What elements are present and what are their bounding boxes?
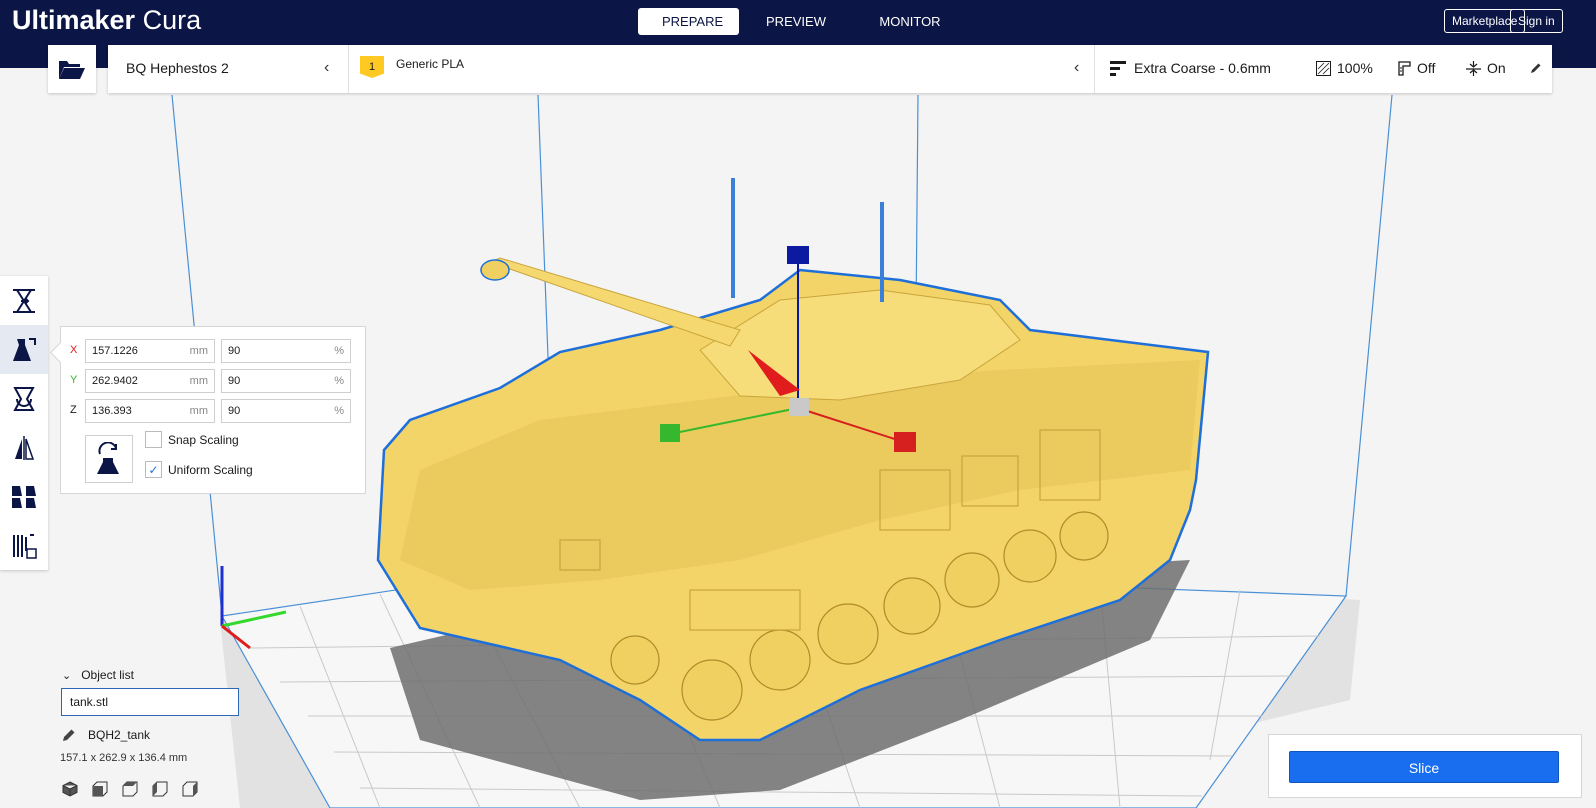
profile-icon	[1110, 61, 1126, 76]
edit-pencil-icon[interactable]	[1530, 62, 1542, 74]
folder-open-icon	[59, 61, 85, 79]
axis-label-x: X	[70, 344, 78, 356]
rotate-icon	[13, 386, 35, 411]
camera-view-buttons	[62, 781, 198, 797]
percent-z-value: 90	[228, 405, 241, 417]
left-view-icon[interactable]	[152, 781, 168, 797]
size-z-field[interactable]: 136.393 mm	[85, 399, 215, 423]
size-x-field[interactable]: 157.1226 mm	[85, 339, 215, 363]
move-icon	[13, 288, 35, 313]
scale-row-z: Z 136.393 mm 90 %	[61, 399, 367, 423]
stage-tabs: PREPARE PREVIEW MONITOR	[638, 8, 967, 35]
chevron-left-icon[interactable]: ‹	[1074, 59, 1079, 77]
percent-y-field[interactable]: 90 %	[221, 369, 351, 393]
size-x-value: 157.1226	[92, 345, 138, 357]
slice-button[interactable]: Slice	[1289, 751, 1559, 783]
uniform-scaling-option[interactable]: ✓ Uniform Scaling	[145, 461, 253, 478]
object-list-title: Object list	[81, 668, 134, 682]
printer-selector[interactable]: BQ Hephestos 2	[126, 60, 229, 76]
size-y-field[interactable]: 262.9402 mm	[85, 369, 215, 393]
size-x-unit: mm	[189, 345, 208, 357]
axis-label-z: Z	[70, 404, 77, 416]
rotate-tool-button[interactable]	[0, 374, 48, 423]
support-value: Off	[1417, 60, 1436, 76]
machine-selector-bar: BQ Hephestos 2 ‹ 1 Generic PLA ‹ Extra C…	[108, 45, 1552, 93]
edit-pencil-icon	[63, 729, 75, 741]
lay-flat-button[interactable]	[85, 435, 133, 483]
percent-y-value: 90	[228, 375, 241, 387]
snap-scaling-option[interactable]: Snap Scaling	[145, 431, 239, 448]
object-list-item[interactable]: tank.stl	[61, 688, 239, 716]
support-icon	[1398, 60, 1411, 76]
size-z-unit: mm	[189, 405, 208, 417]
move-tool-button[interactable]	[0, 276, 48, 325]
uniform-scaling-checkbox[interactable]: ✓	[145, 461, 162, 478]
brand-suffix: Cura	[142, 5, 202, 35]
tab-monitor[interactable]: MONITOR	[853, 8, 967, 35]
3d-view-icon[interactable]	[62, 781, 78, 797]
support-setting[interactable]: Off	[1396, 60, 1435, 76]
percent-x-unit: %	[334, 345, 344, 357]
scale-row-y: Y 262.9402 mm 90 %	[61, 369, 367, 393]
support-blocker-icon	[13, 533, 37, 559]
scale-tool-button[interactable]	[0, 325, 48, 374]
percent-z-field[interactable]: 90 %	[221, 399, 351, 423]
uniform-scaling-label: Uniform Scaling	[168, 462, 253, 477]
adhesion-value: On	[1487, 60, 1506, 76]
percent-x-field[interactable]: 90 %	[221, 339, 351, 363]
infill-icon	[1316, 60, 1331, 76]
snap-scaling-label: Snap Scaling	[168, 432, 239, 447]
brand-name: Ultimaker	[12, 5, 136, 35]
material-selector[interactable]: Generic PLA	[396, 57, 464, 71]
object-list-toggle[interactable]: ⌄ Object list	[62, 668, 134, 682]
tool-toolbar	[0, 276, 48, 570]
scale-reset-icon	[97, 442, 119, 474]
job-name[interactable]: BQH2_tank	[62, 728, 150, 742]
tab-preview[interactable]: PREVIEW	[739, 8, 853, 35]
divider	[1094, 45, 1095, 93]
right-view-icon[interactable]	[182, 781, 198, 797]
front-view-icon[interactable]	[92, 781, 108, 797]
action-panel: Slice	[1268, 734, 1582, 798]
adhesion-setting[interactable]: On	[1466, 60, 1506, 76]
percent-x-value: 90	[228, 345, 241, 357]
mirror-icon	[15, 435, 35, 460]
chevron-left-icon[interactable]: ‹	[324, 59, 329, 77]
sign-in-button[interactable]: Sign in	[1510, 9, 1563, 33]
tab-prepare[interactable]: PREPARE	[638, 8, 739, 35]
scale-icon	[13, 337, 36, 361]
size-z-value: 136.393	[92, 405, 132, 417]
job-name-label: BQH2_tank	[88, 728, 151, 742]
divider	[348, 45, 349, 93]
open-file-button[interactable]	[48, 45, 96, 93]
scale-row-x: X 157.1226 mm 90 %	[61, 339, 367, 363]
app-logo: Ultimaker Cura	[12, 5, 201, 36]
model-dimensions: 157.1 x 262.9 x 136.4 mm	[60, 752, 188, 764]
size-y-value: 262.9402	[92, 375, 138, 387]
axis-label-y: Y	[70, 374, 78, 386]
snap-scaling-checkbox[interactable]	[145, 431, 162, 448]
infill-value: 100%	[1337, 60, 1373, 76]
extruder-badge: 1	[360, 56, 384, 78]
percent-y-unit: %	[334, 375, 344, 387]
percent-z-unit: %	[334, 405, 344, 417]
size-y-unit: mm	[189, 375, 208, 387]
adhesion-icon	[1466, 60, 1481, 76]
mirror-tool-button[interactable]	[0, 423, 48, 472]
per-model-settings-button[interactable]	[0, 472, 48, 521]
print-profile-selector[interactable]: Extra Coarse - 0.6mm	[1134, 60, 1271, 76]
per-model-settings-icon	[12, 485, 36, 508]
top-view-icon[interactable]	[122, 781, 138, 797]
infill-setting[interactable]: 100%	[1316, 60, 1373, 76]
scale-tool-panel: X 157.1226 mm 90 % Y 262.9402 mm 90 % Z …	[60, 326, 366, 494]
chevron-down-icon: ⌄	[62, 669, 72, 682]
support-blocker-button[interactable]	[0, 521, 48, 570]
